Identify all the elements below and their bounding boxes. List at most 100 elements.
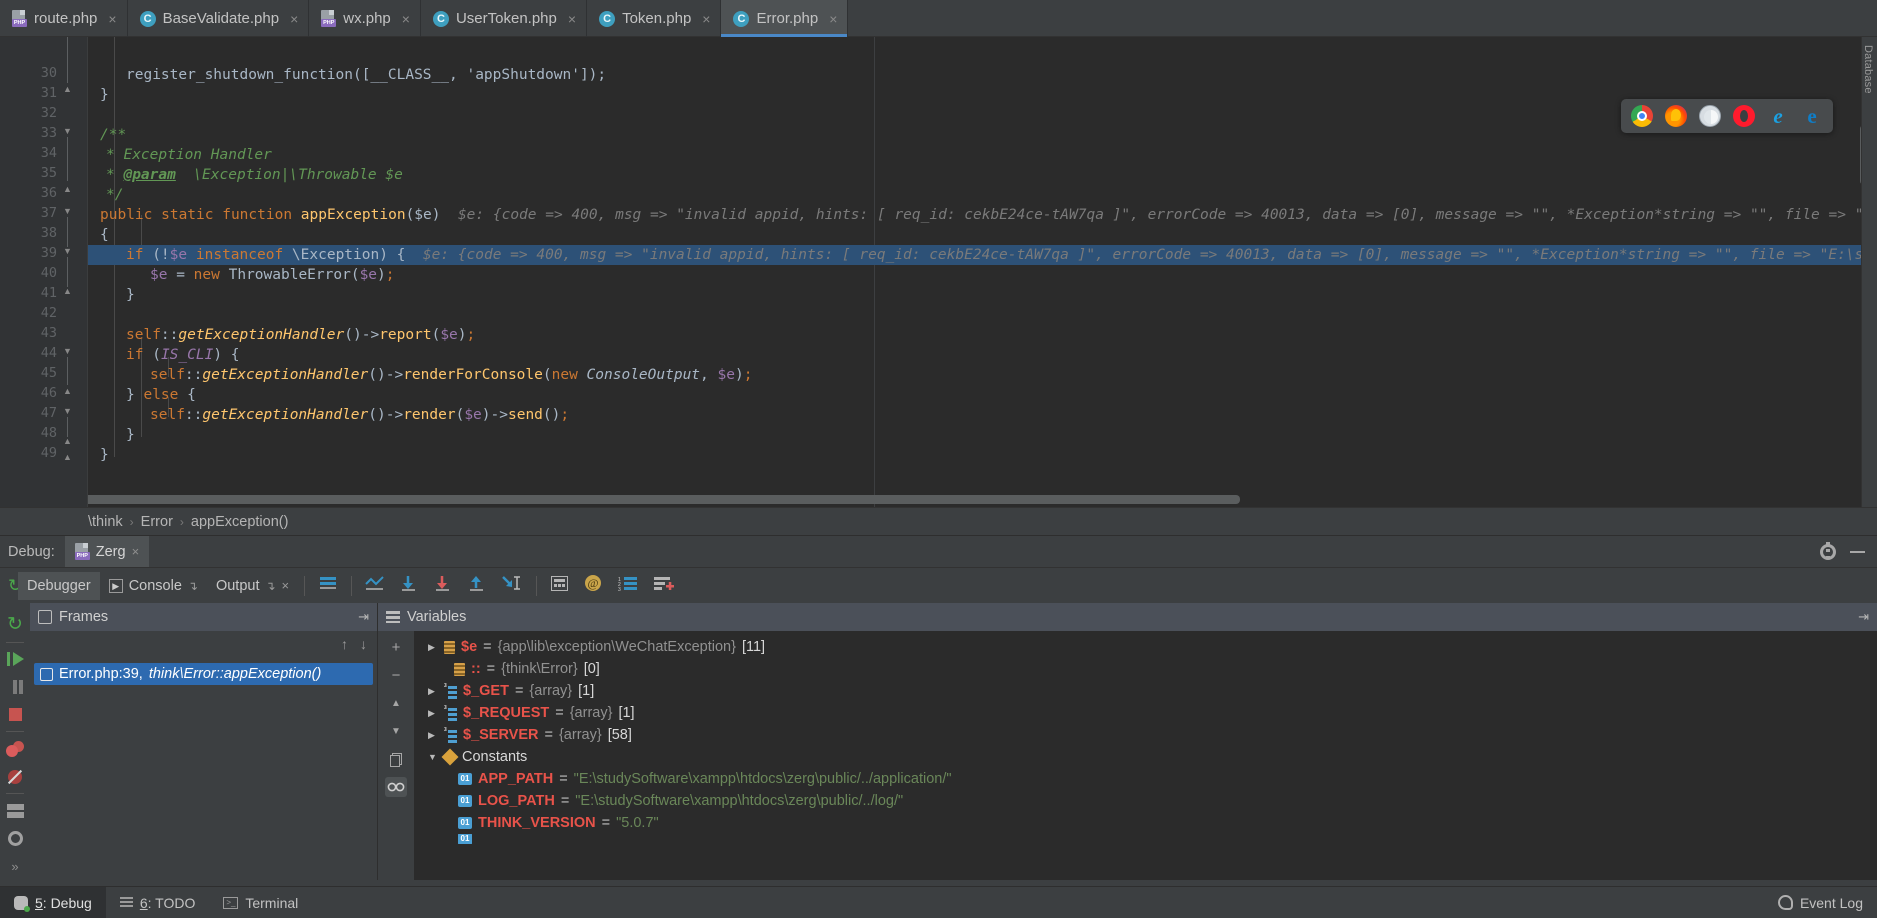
mute-breakpoints-icon[interactable] xyxy=(311,576,345,595)
code-content[interactable]: register_shutdown_function([__CLASS__, '… xyxy=(88,37,1877,507)
collapse-arrow-icon[interactable]: ▼ xyxy=(428,752,438,762)
tab-close-icon[interactable]: × xyxy=(829,11,837,27)
tab-close-icon[interactable]: × xyxy=(568,11,576,27)
code-editor[interactable]: 30 31 32 33 34 35 36 37 38 39 40 41 42 4… xyxy=(0,37,1877,507)
frame-up-icon[interactable]: ↑ xyxy=(341,636,348,652)
editor-tab-token-php[interactable]: C Token.php × xyxy=(587,0,722,37)
watches-icon[interactable]: @ xyxy=(576,574,610,597)
editor-tab-route-php[interactable]: PHP route.php × xyxy=(0,0,128,37)
fold-collapse-icon[interactable]: ▼ xyxy=(62,406,73,417)
copy-value-icon[interactable] xyxy=(385,749,407,769)
run-to-cursor-icon[interactable] xyxy=(494,575,530,596)
step-out-icon[interactable] xyxy=(460,575,494,596)
step-into-icon[interactable] xyxy=(426,575,460,596)
variable-row-get[interactable]: ▶ 123 $_GET = {array} [1] xyxy=(414,680,1877,702)
pause-program-icon[interactable] xyxy=(0,673,30,701)
variable-row-log-path[interactable]: 01 LOG_PATH = "E:\studySoftware\xampp\ht… xyxy=(414,790,1877,812)
view-breakpoints-icon[interactable] xyxy=(0,735,30,763)
variable-row-clipped[interactable]: 01 xyxy=(414,834,1877,844)
fold-collapse-icon[interactable]: ▼ xyxy=(62,246,73,257)
frames-nav[interactable]: ↑ ↓ xyxy=(341,636,367,652)
settings-icon[interactable] xyxy=(0,825,30,853)
variables-icon[interactable]: 123 xyxy=(610,576,646,596)
tab-close-icon[interactable]: × xyxy=(702,11,710,27)
expand-arrow-icon[interactable]: ▶ xyxy=(428,642,438,653)
editor-tab-usertoken-php[interactable]: C UserToken.php × xyxy=(421,0,588,37)
database-strip-label[interactable]: Database xyxy=(1862,45,1874,94)
tab-output[interactable]: Output ↴ × xyxy=(207,572,298,600)
chrome-icon[interactable] xyxy=(1631,105,1653,127)
stop-icon[interactable] xyxy=(0,701,30,729)
tab-console[interactable]: ▶ Console ↴ xyxy=(100,572,207,600)
fold-collapse-icon[interactable]: ▼ xyxy=(62,206,73,217)
open-in-browser-popup[interactable]: e e xyxy=(1621,99,1833,133)
gear-icon[interactable] xyxy=(1820,541,1836,562)
fold-column[interactable]: ▲ ▼ ▲ ▼ ▼ ▲ ▼ ▲ ▼ ▲ ▲ xyxy=(62,37,84,507)
safari-icon[interactable] xyxy=(1699,105,1721,127)
breadcrumb-item-method[interactable]: appException() xyxy=(191,514,289,530)
scroll-down-icon[interactable]: ▼ xyxy=(385,721,407,741)
fold-collapse-icon[interactable]: ▼ xyxy=(62,346,73,357)
close-icon[interactable]: × xyxy=(282,578,290,593)
tab-close-icon[interactable]: × xyxy=(402,11,410,27)
rerun-icon[interactable]: ↻ xyxy=(0,611,30,639)
editor-gutter[interactable]: 30 31 32 33 34 35 36 37 38 39 40 41 42 4… xyxy=(0,37,88,507)
variable-row-e[interactable]: ▶ $e = {app\lib\exception\WeChatExceptio… xyxy=(414,636,1877,658)
breadcrumb[interactable]: \think › Error › appException() xyxy=(0,507,1877,535)
variables-tree[interactable]: ▶ $e = {app\lib\exception\WeChatExceptio… xyxy=(414,631,1877,880)
add-watch-icon[interactable] xyxy=(646,576,682,596)
fold-end-icon[interactable]: ▲ xyxy=(62,386,73,397)
expand-more-icon[interactable]: » xyxy=(0,852,30,880)
variable-row-constants[interactable]: ▼ Constants xyxy=(414,746,1877,768)
variable-row-static[interactable]: ▶ :: = {think\Error} [0] xyxy=(414,658,1877,680)
event-log-label[interactable]: Event Log xyxy=(1800,895,1863,911)
fold-end-icon[interactable]: ▲ xyxy=(62,286,73,297)
tab-close-icon[interactable]: × xyxy=(108,11,116,27)
pin-icon[interactable]: ⇥ xyxy=(1858,609,1869,625)
opera-icon[interactable] xyxy=(1733,105,1755,127)
inspect-icon[interactable] xyxy=(385,777,407,797)
event-log-icon[interactable] xyxy=(1777,895,1793,910)
breadcrumb-item-namespace[interactable]: \think xyxy=(88,514,123,530)
variable-row-server[interactable]: ▶ 123 $_SERVER = {array} [58] xyxy=(414,724,1877,746)
editor-tab-error-php[interactable]: C Error.php × xyxy=(721,0,849,37)
variable-row-request[interactable]: ▶ 123 $_REQUEST = {array} [1] xyxy=(414,702,1877,724)
close-icon[interactable]: × xyxy=(132,544,140,559)
internet-explorer-icon[interactable]: e xyxy=(1767,105,1789,127)
pin-icon[interactable]: ⇥ xyxy=(358,609,369,625)
mute-breakpoints-icon[interactable] xyxy=(0,763,30,791)
editor-tab-basevalidate-php[interactable]: C BaseValidate.php × xyxy=(128,0,310,37)
fold-end-icon[interactable]: ▲ xyxy=(62,84,73,95)
frame-row-error-php-39[interactable]: Error.php:39, think\Error::appException(… xyxy=(34,663,373,685)
frame-down-icon[interactable]: ↓ xyxy=(360,636,367,652)
variable-row-app-path[interactable]: 01 APP_PATH = "E:\studySoftware\xampp\ht… xyxy=(414,768,1877,790)
editor-horizontal-scrollbar[interactable] xyxy=(88,495,1240,504)
fold-collapse-icon[interactable]: ▼ xyxy=(62,126,73,137)
step-over-icon[interactable] xyxy=(392,575,426,596)
pin-icon[interactable]: ↴ xyxy=(188,579,198,593)
expand-arrow-icon[interactable]: ▶ xyxy=(428,708,438,719)
variable-row-think-version[interactable]: 01 THINK_VERSION = "5.0.7" xyxy=(414,812,1877,834)
rerun-icon[interactable]: ↻ xyxy=(0,576,22,595)
show-execution-point-icon[interactable] xyxy=(358,575,392,596)
status-bar-terminal[interactable]: >_ Terminal xyxy=(209,887,312,918)
editor-tab-wx-php[interactable]: PHP wx.php × xyxy=(309,0,421,37)
pin-icon[interactable]: ↴ xyxy=(265,579,275,593)
restore-layout-icon[interactable] xyxy=(0,797,30,825)
status-bar-debug[interactable]: 5: Debug xyxy=(0,886,106,918)
add-watch-icon[interactable]: + xyxy=(385,637,407,657)
fold-end-icon[interactable]: ▲ xyxy=(62,452,73,463)
evaluate-expression-icon[interactable] xyxy=(543,575,576,596)
status-bar-todo[interactable]: 6: TODO xyxy=(106,887,210,918)
debug-session-tab-zerg[interactable]: PHP Zerg × xyxy=(64,535,150,568)
minimize-icon[interactable] xyxy=(1850,550,1865,553)
scroll-up-icon[interactable]: ▲ xyxy=(385,693,407,713)
tab-close-icon[interactable]: × xyxy=(290,11,298,27)
fold-end-icon[interactable]: ▲ xyxy=(62,436,73,447)
expand-arrow-icon[interactable]: ▶ xyxy=(428,686,438,697)
resume-program-icon[interactable] xyxy=(0,645,30,673)
fold-end-icon[interactable]: ▲ xyxy=(62,184,73,195)
frames-list[interactable]: ↑ ↓ Error.php:39, think\Error::appExcept… xyxy=(30,631,377,880)
breadcrumb-item-class[interactable]: Error xyxy=(141,514,173,530)
tab-debugger[interactable]: Debugger xyxy=(18,571,100,600)
